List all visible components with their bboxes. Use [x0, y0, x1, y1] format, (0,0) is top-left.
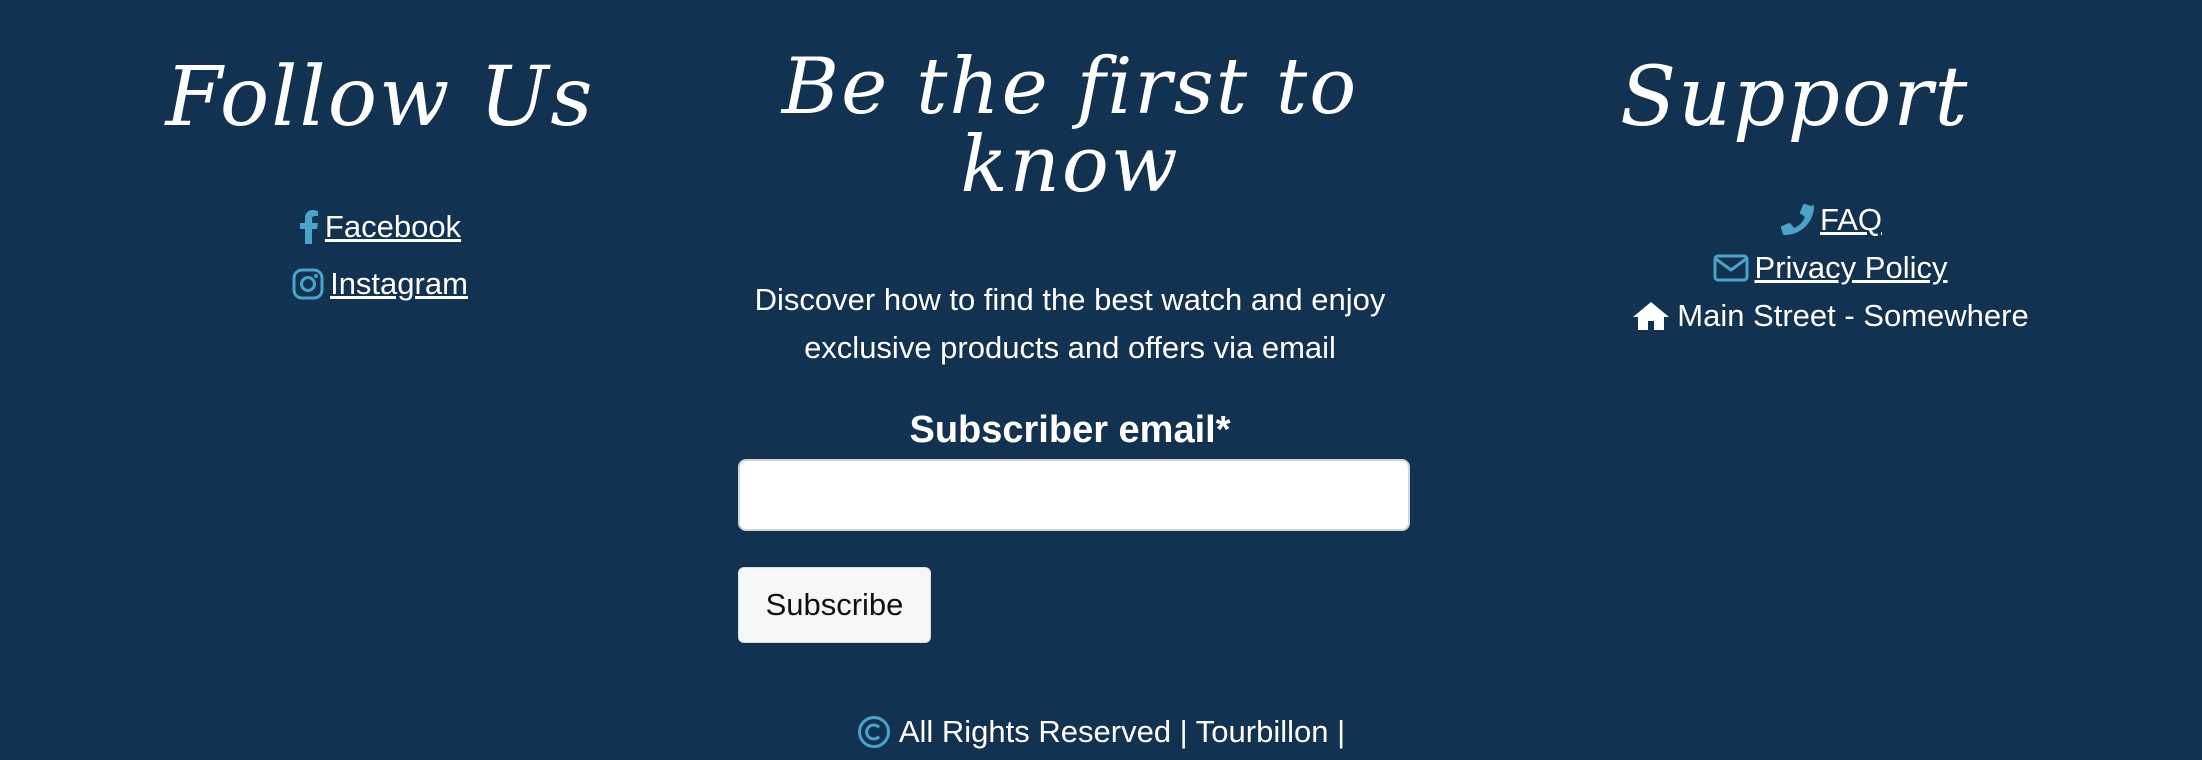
- facebook-link-row[interactable]: Facebook: [100, 207, 660, 247]
- instagram-link-row[interactable]: Instagram: [100, 264, 660, 304]
- newsletter-title-line2: know: [960, 120, 1180, 210]
- copyright-icon: [857, 715, 891, 749]
- follow-us-title: Follow Us: [165, 50, 595, 145]
- copyright-footer: All Rights Reserved | Tourbillon |: [0, 707, 2202, 757]
- newsletter-title-line1: Be the first to: [781, 42, 1359, 132]
- privacy-policy-link-row[interactable]: Privacy Policy: [1560, 248, 2100, 288]
- newsletter-description-line1: Discover how to find the best watch and …: [754, 282, 1386, 317]
- support-title: Support: [1620, 50, 1970, 145]
- home-icon: [1631, 300, 1671, 332]
- subscribe-button[interactable]: Subscribe: [738, 567, 931, 643]
- newsletter-description: Discover how to find the best watch and …: [720, 276, 1420, 372]
- subscriber-email-label: Subscriber email*: [909, 409, 1231, 451]
- faq-link-row[interactable]: FAQ: [1560, 200, 2100, 240]
- copyright-text: All Rights Reserved | Tourbillon |: [898, 714, 1346, 749]
- envelope-icon: [1713, 254, 1749, 282]
- address-text: Main Street - Somewhere: [1677, 298, 2029, 333]
- privacy-policy-link[interactable]: Privacy Policy: [1755, 248, 1948, 288]
- phone-icon: [1778, 202, 1814, 238]
- newsletter-description-line2: exclusive products and offers via email: [804, 330, 1336, 365]
- facebook-link[interactable]: Facebook: [325, 207, 461, 247]
- faq-link[interactable]: FAQ: [1820, 200, 1882, 240]
- subscriber-email-input[interactable]: [738, 459, 1410, 531]
- instagram-icon: [292, 268, 324, 300]
- address-row: Main Street - Somewhere: [1560, 296, 2100, 336]
- newsletter-title: Be the first to know: [720, 48, 1420, 204]
- facebook-icon: [299, 210, 319, 244]
- instagram-link[interactable]: Instagram: [330, 264, 468, 304]
